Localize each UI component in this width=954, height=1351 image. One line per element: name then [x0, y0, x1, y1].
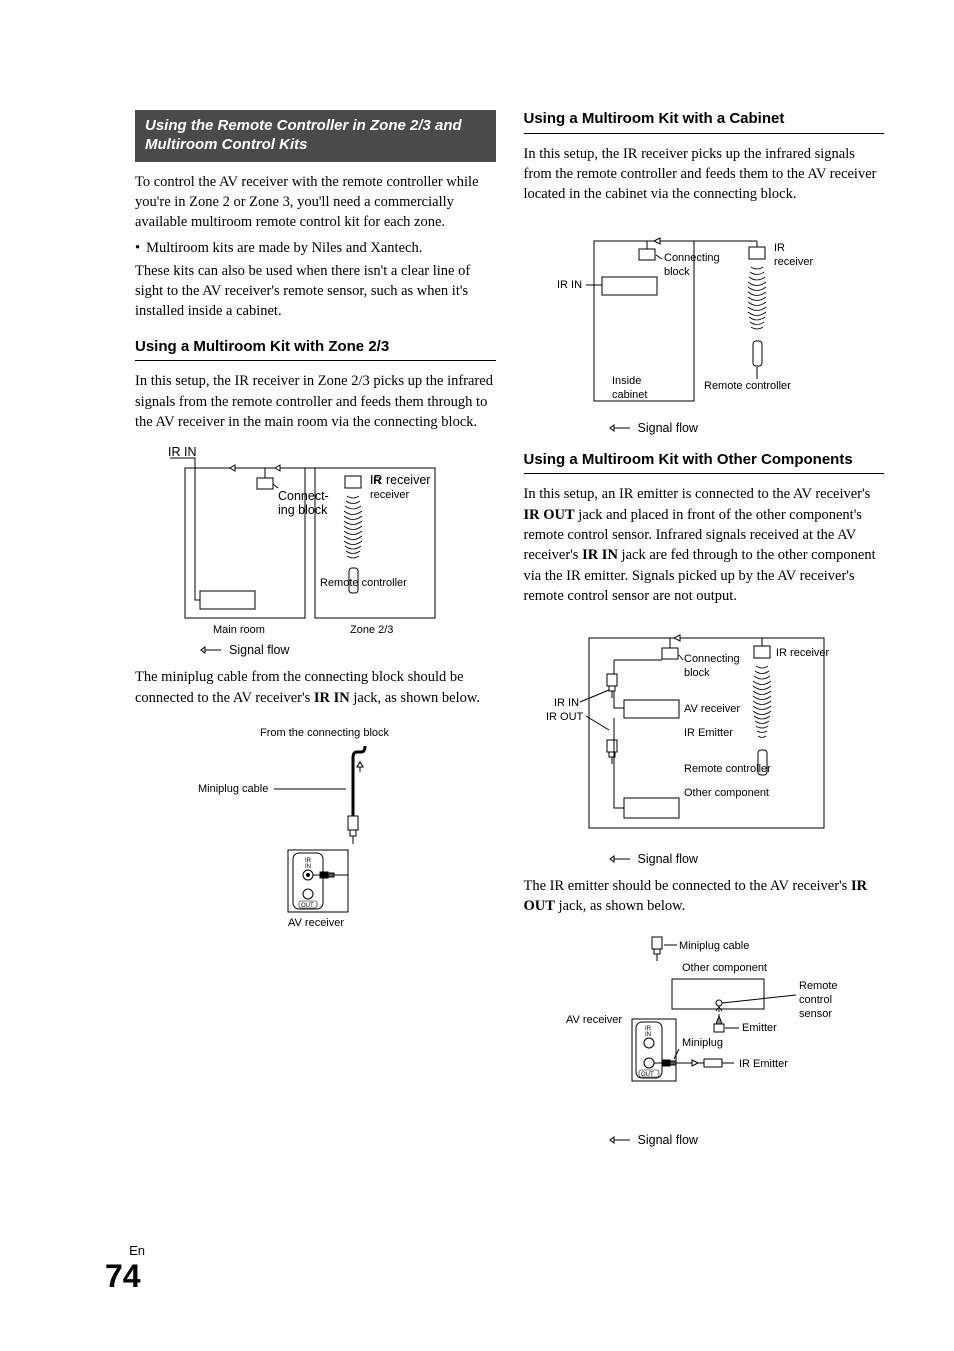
text: jack, as shown below. [350, 690, 480, 706]
footer-page-number: 74 [105, 1258, 884, 1295]
footer-language: En [105, 1243, 145, 1258]
diagram-other-components: IR IN IR OUT Connecting [524, 620, 885, 866]
label-av-receiver: AV receiver [288, 917, 344, 929]
arrow-icon [604, 423, 632, 433]
label-miniplug-cable: Miniplug cable [679, 940, 749, 952]
label-remote3: sensor [799, 1008, 832, 1020]
paragraph: These kits can also be used when there i… [135, 261, 496, 322]
label-in: IN [305, 864, 311, 870]
label-from-block: From the connecting block [260, 727, 390, 739]
label-inside1: Inside [612, 375, 641, 387]
left-column: Using the Remote Controller in Zone 2/3 … [135, 110, 496, 1153]
label-ir-receiver: IR receiver [776, 647, 830, 659]
bullet-text: Multiroom kits are made by Niles and Xan… [146, 238, 422, 258]
signal-flow-caption: Signal flow [604, 421, 885, 435]
right-column: Using a Multiroom Kit with a Cabinet In … [524, 110, 885, 1153]
svg-text:receiver: receiver [370, 489, 409, 501]
diagram-svg: From the connecting block Miniplug cable [170, 722, 440, 932]
text: jack, as shown below. [555, 898, 685, 914]
label-inside2: cabinet [612, 389, 647, 401]
subheading-cabinet: Using a Multiroom Kit with a Cabinet [524, 110, 885, 134]
label-ir-out: IR OUT [546, 711, 584, 723]
label-ir-recv1: IR [774, 242, 785, 254]
paragraph: The miniplug cable from the connecting b… [135, 667, 496, 708]
subheading-multiroom-zone: Using a Multiroom Kit with Zone 2/3 [135, 338, 496, 362]
label-main-room: Main room [213, 624, 265, 636]
label-remote: Remote controller [684, 763, 771, 775]
signal-flow-caption: Signal flow [604, 852, 885, 866]
text-bold: IR IN [314, 690, 350, 706]
two-column-layout: Using the Remote Controller in Zone 2/3 … [135, 110, 884, 1153]
bullet-dot: • [135, 238, 140, 258]
diagram-miniplug-cable: From the connecting block Miniplug cable [170, 722, 496, 932]
label-ir-recv2: receiver [774, 256, 813, 268]
signal-flow-label: Signal flow [638, 1133, 698, 1147]
label-other-component: Other component [682, 962, 767, 974]
diagram-svg: IR IN IR OUT Connecting [524, 620, 864, 850]
label-miniplug: Miniplug cable [198, 783, 268, 795]
label-ir-in: IR IN [554, 697, 579, 709]
arrow-icon [195, 645, 223, 655]
label-miniplug: Miniplug [682, 1037, 723, 1049]
label-ir-in: IR IN [557, 279, 582, 291]
label-av-receiver: AV receiver [566, 1014, 622, 1026]
signal-flow-caption: Signal flow [195, 643, 496, 657]
label-conn2: block [684, 667, 710, 679]
label-remote: Remote controller [320, 577, 407, 589]
diagram-svg: Miniplug cable Other component Remote co… [524, 931, 864, 1131]
paragraph: In this setup, the IR receiver picks up … [524, 144, 885, 205]
label-ir-in: IR IN [168, 446, 196, 459]
page: Using the Remote Controller in Zone 2/3 … [0, 0, 954, 1335]
diagram-multiroom-zone: IR IN Connect- ing block IR receiver rec… [135, 446, 496, 657]
paragraph: To control the AV receiver with the remo… [135, 172, 496, 233]
diagram-cabinet: IR IN Inside cabinet Connecting block IR… [524, 219, 885, 435]
label-ir-emitter: IR Emitter [739, 1058, 788, 1070]
label-av-receiver: AV receiver [684, 703, 740, 715]
label-remote: Remote controller [704, 380, 791, 392]
label-other: Other component [684, 787, 769, 799]
diagram-svg: IR IN Inside cabinet Connecting block IR… [524, 219, 864, 419]
arrow-icon [604, 1135, 632, 1145]
label-ir-emitter: IR Emitter [684, 727, 733, 739]
label-conn1: Connecting [664, 252, 720, 264]
label-in: IN [645, 1032, 651, 1038]
svg-text:IR: IR [370, 475, 381, 487]
paragraph: The IR emitter should be connected to th… [524, 876, 885, 917]
label-connecting-block-1: Connect- [278, 489, 329, 503]
page-footer: En 74 [135, 1243, 884, 1295]
label-connecting-block-2: ing block [278, 503, 328, 517]
label-zone: Zone 2/3 [350, 624, 393, 636]
signal-flow-label: Signal flow [229, 643, 289, 657]
paragraph: In this setup, an IR emitter is connecte… [524, 484, 885, 606]
signal-flow-label: Signal flow [638, 852, 698, 866]
label-emitter: Emitter [742, 1022, 777, 1034]
section-header-remote-zone: Using the Remote Controller in Zone 2/3 … [135, 110, 496, 162]
signal-flow-label: Signal flow [638, 421, 698, 435]
label-remote2: control [799, 994, 832, 1006]
paragraph: In this setup, the IR receiver in Zone 2… [135, 371, 496, 432]
diagram-ir-emitter-connection: Miniplug cable Other component Remote co… [524, 931, 885, 1147]
label-conn2: block [664, 266, 690, 278]
signal-flow-caption: Signal flow [604, 1133, 885, 1147]
text-bold: IR OUT [524, 507, 575, 523]
label-conn1: Connecting [684, 653, 740, 665]
subheading-other-components: Using a Multiroom Kit with Other Compone… [524, 451, 885, 475]
diagram-svg: IR IN Connect- ing block IR receiver rec… [135, 446, 455, 641]
text: In this setup, an IR emitter is connecte… [524, 486, 871, 502]
bullet-item: • Multiroom kits are made by Niles and X… [135, 238, 496, 258]
text-bold: IR IN [582, 547, 618, 563]
label-remote1: Remote [799, 980, 838, 992]
text: The IR emitter should be connected to th… [524, 878, 851, 894]
arrow-icon [604, 854, 632, 864]
